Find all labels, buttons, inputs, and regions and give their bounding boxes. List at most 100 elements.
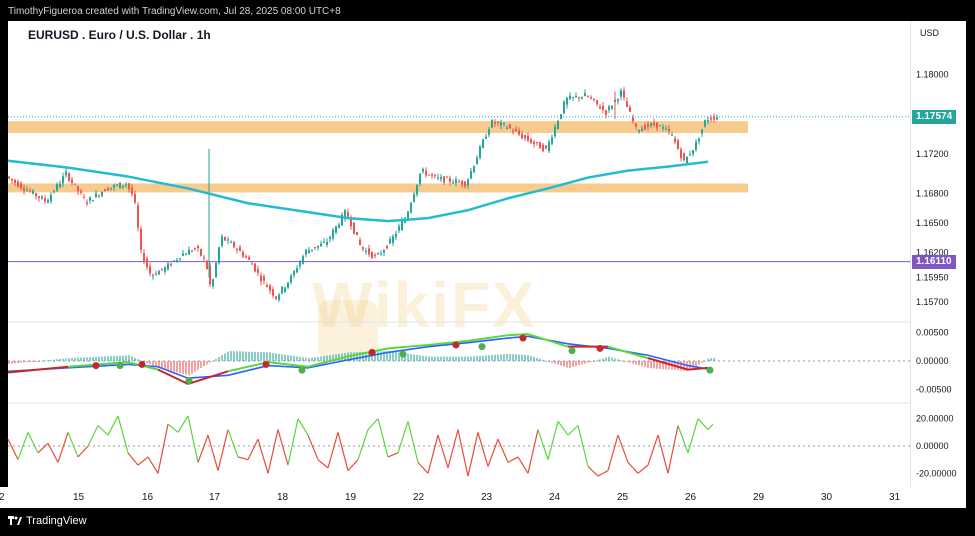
macd-histogram-bar xyxy=(425,356,427,361)
candle-body xyxy=(281,286,283,294)
macd-histogram-bar xyxy=(680,361,682,371)
time-tick-label: 31 xyxy=(889,492,901,503)
macd-histogram-bar xyxy=(167,361,169,371)
macd-tick-label: -0.00500 xyxy=(916,385,952,395)
candle-body xyxy=(362,246,364,250)
candle-body xyxy=(83,197,85,199)
candle-body xyxy=(212,279,214,287)
macd-histogram-bar xyxy=(302,357,304,361)
candle-body xyxy=(17,181,19,187)
macd-histogram-bar xyxy=(449,356,451,361)
candle-body xyxy=(584,93,586,97)
candle-body xyxy=(509,124,511,129)
macd-histogram-bar xyxy=(182,361,184,374)
candle-body xyxy=(134,194,136,203)
macd-histogram-bar xyxy=(590,361,592,362)
candle-body xyxy=(8,176,10,179)
osc-line-segment xyxy=(707,423,714,431)
macd-histogram-bar xyxy=(254,351,256,361)
osc-line-segment xyxy=(287,418,299,466)
candle-body xyxy=(434,175,436,177)
candle-body xyxy=(683,152,685,160)
candle-body xyxy=(26,190,28,192)
candle-body xyxy=(86,202,88,204)
currency-label[interactable]: USD xyxy=(920,28,939,38)
macd-histogram-bar xyxy=(353,352,355,361)
macd-histogram-bar xyxy=(485,355,487,361)
macd-histogram-bar xyxy=(560,361,562,366)
macd-histogram-bar xyxy=(110,356,112,361)
macd-histogram-bar xyxy=(410,354,412,361)
candle-body xyxy=(626,101,628,108)
candle-body xyxy=(452,182,454,184)
candle-body xyxy=(707,120,709,122)
macd-histogram-bar xyxy=(503,354,505,361)
macd-histogram-bar xyxy=(476,356,478,361)
macd-histogram-bar xyxy=(203,361,205,367)
osc-line-segment xyxy=(187,415,199,463)
candle-body xyxy=(497,121,499,123)
macd-histogram-bar xyxy=(497,354,499,361)
macd-histogram-bar xyxy=(290,355,292,361)
candle-body xyxy=(221,236,223,246)
candle-body xyxy=(653,122,655,126)
candle-body xyxy=(215,262,217,277)
candle-body xyxy=(710,117,712,120)
price-tick-label: 1.15700 xyxy=(916,297,949,307)
candle-body xyxy=(20,183,22,189)
macd-histogram-bar xyxy=(200,361,202,369)
candle-body xyxy=(230,242,232,244)
macd-histogram-bar xyxy=(266,352,268,361)
osc-line-segment xyxy=(137,456,149,466)
candle-body xyxy=(548,141,550,152)
macd-histogram-bar xyxy=(605,357,607,361)
candle-body xyxy=(431,174,433,176)
candle-body xyxy=(416,184,418,195)
candle-body xyxy=(164,267,166,272)
macd-histogram-bar xyxy=(173,361,175,372)
candle-body xyxy=(554,126,556,137)
macd-line-segment xyxy=(607,345,649,360)
level-price-badge: 1.16110 xyxy=(912,254,956,269)
bottom-bar xyxy=(0,508,975,536)
osc-line-segment xyxy=(677,425,689,454)
candle-body xyxy=(677,140,679,150)
osc-tick-label: 20.00000 xyxy=(916,414,954,424)
macd-histogram-bar xyxy=(71,357,73,361)
candle-body xyxy=(266,285,268,288)
osc-line-segment xyxy=(387,452,399,458)
macd-histogram-bar xyxy=(542,359,544,361)
candle-body xyxy=(182,253,184,256)
candle-body xyxy=(143,253,145,263)
candle-body xyxy=(380,253,382,255)
candle-body xyxy=(662,127,664,129)
osc-line-segment xyxy=(437,434,449,469)
osc-line-segment xyxy=(217,429,229,471)
macd-cross-dot xyxy=(452,341,460,349)
macd-histogram-bar xyxy=(524,354,526,361)
tradingview-logo[interactable]: TradingView xyxy=(8,515,87,527)
osc-line-segment xyxy=(107,415,119,436)
time-tick-label: 22 xyxy=(413,492,425,503)
osc-line-segment xyxy=(487,438,499,467)
macd-histogram-bar xyxy=(56,359,58,361)
candle-body xyxy=(617,99,619,102)
candle-body xyxy=(674,138,676,143)
osc-line-segment xyxy=(457,429,469,477)
candle-body xyxy=(692,150,694,155)
candle-body xyxy=(131,187,133,194)
candle-body xyxy=(74,183,76,185)
candle-body xyxy=(461,180,463,185)
candle-body xyxy=(239,246,241,252)
candle-body xyxy=(44,198,46,202)
macd-histogram-bar xyxy=(320,356,322,361)
macd-histogram-bar xyxy=(74,357,76,361)
candle-body xyxy=(515,128,517,132)
osc-line-segment xyxy=(697,418,709,431)
macd-cross-dot xyxy=(568,347,576,355)
candle-body xyxy=(284,287,286,292)
macd-histogram-bar xyxy=(572,361,574,368)
osc-line-segment xyxy=(627,461,639,474)
macd-histogram-bar xyxy=(488,355,490,361)
macd-histogram-bar xyxy=(95,356,97,361)
